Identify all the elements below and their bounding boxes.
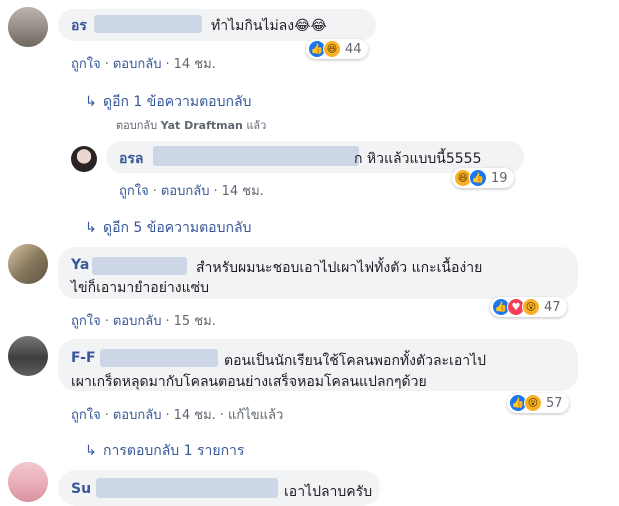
comment-actions: ถูกใจ · ตอบกลับ · 14 ชม.: [71, 53, 216, 74]
reply-button[interactable]: ตอบกลับ: [113, 57, 162, 72]
edited-label[interactable]: แก้ไขแล้ว: [228, 408, 283, 423]
commenter-name[interactable]: Ya: [71, 257, 89, 273]
avatar[interactable]: [8, 244, 48, 284]
timestamp[interactable]: 14 ชม.: [222, 184, 264, 199]
avatar[interactable]: [8, 336, 48, 376]
wow-icon: 😮: [524, 394, 542, 412]
replied-by: ตอบกลับ Yat Draftman แล้ว: [116, 116, 266, 134]
like-icon: 👍: [469, 169, 487, 187]
separator: ·: [104, 408, 109, 423]
blurred-name: [92, 257, 187, 275]
commenter-name[interactable]: อรล: [119, 148, 144, 170]
comment-text-line1: ตอนเป็นนักเรียนใช้โคลนพอกทั้งตัวละเอาไป: [224, 353, 487, 369]
reaction-summary[interactable]: 👍 😮 57: [507, 393, 569, 413]
commenter-name[interactable]: อร: [71, 15, 87, 37]
comment-actions: ถูกใจ · ตอบกลับ · 14 ชม. · แก้ไขแล้ว: [71, 404, 283, 425]
blurred-name: [96, 478, 278, 498]
comment-text-line1: สำหรับผมนะชอบเอาไปเผาไฟทั้งตัว แกะเนื้อง…: [196, 260, 483, 276]
separator: ·: [165, 57, 170, 72]
separator: ·: [219, 408, 224, 423]
separator: ·: [104, 314, 109, 329]
timestamp[interactable]: 14 ชม.: [174, 408, 216, 423]
reaction-count: 19: [491, 170, 508, 186]
timestamp[interactable]: 15 ชม.: [174, 314, 216, 329]
like-button[interactable]: ถูกใจ: [71, 314, 101, 329]
view-more-replies-link[interactable]: ↳ ดูอีก 5 ข้อความตอบกลับ: [85, 217, 251, 239]
replied-by-name[interactable]: Yat Draftman: [161, 119, 243, 132]
timestamp[interactable]: 14 ชม.: [174, 57, 216, 72]
like-button[interactable]: ถูกใจ: [71, 57, 101, 72]
blurred-name: [94, 15, 202, 33]
view-more-replies-label: ดูอีก 1 ข้อความตอบกลับ: [103, 94, 252, 110]
blurred-name: [100, 349, 218, 367]
reply-button[interactable]: ตอบกลับ: [113, 408, 162, 423]
commenter-name[interactable]: F-F: [71, 350, 96, 366]
reply-arrow-icon: ↳: [85, 220, 97, 236]
reaction-count: 57: [546, 395, 563, 411]
reaction-count: 47: [544, 299, 561, 315]
avatar[interactable]: [71, 146, 97, 172]
wow-icon: 😮: [522, 298, 540, 316]
view-more-replies-link[interactable]: ↳ ดูอีก 1 ข้อความตอบกลับ: [85, 91, 251, 113]
comment-text: เอาไปลาบครับ: [284, 484, 373, 500]
commenter-name[interactable]: Su: [71, 481, 91, 497]
reply-button[interactable]: ตอบกลับ: [161, 184, 210, 199]
haha-icon: 😆: [323, 40, 341, 58]
reaction-summary[interactable]: 😆 👍 19: [452, 168, 514, 188]
reply-button[interactable]: ตอบกลับ: [113, 314, 162, 329]
reply-arrow-icon: ↳: [85, 94, 97, 110]
comment-text: ก หิวแล้วแบบนี้5555: [354, 151, 482, 167]
reaction-summary[interactable]: 👍 ♥ 😮 47: [490, 297, 567, 317]
view-replies-link[interactable]: ↳ การตอบกลับ 1 รายการ: [85, 440, 244, 462]
reaction-summary[interactable]: 👍 😆 44: [306, 39, 368, 59]
reaction-count: 44: [345, 41, 362, 57]
view-replies-label: การตอบกลับ 1 รายการ: [103, 443, 245, 459]
replied-by-suffix: แล้ว: [246, 119, 267, 132]
like-button[interactable]: ถูกใจ: [71, 408, 101, 423]
view-more-replies-label: ดูอีก 5 ข้อความตอบกลับ: [103, 220, 252, 236]
avatar[interactable]: [8, 7, 48, 47]
separator: ·: [213, 184, 218, 199]
reply-arrow-icon: ↳: [85, 443, 97, 459]
separator: ·: [152, 184, 157, 199]
separator: ·: [165, 314, 170, 329]
comment-actions: ถูกใจ · ตอบกลับ · 15 ชม.: [71, 310, 216, 331]
separator: ·: [104, 57, 109, 72]
avatar[interactable]: [8, 462, 48, 502]
replied-by-prefix: ตอบกลับ: [116, 119, 158, 132]
comment-actions: ถูกใจ · ตอบกลับ · 14 ชม.: [119, 180, 264, 201]
blurred-name: [153, 146, 359, 166]
like-button[interactable]: ถูกใจ: [119, 184, 149, 199]
separator: ·: [165, 408, 170, 423]
comment-text: ทำไมกินไม่ลง😂😂: [211, 18, 327, 34]
comment-text-line2: ไข่ก็เอามายำอย่างแซ่บ: [71, 280, 210, 296]
comment-text-line2: เผาเกร็ดหลุดมากับโคลนตอนย่างเสร็จหอมโคลน…: [71, 374, 427, 390]
